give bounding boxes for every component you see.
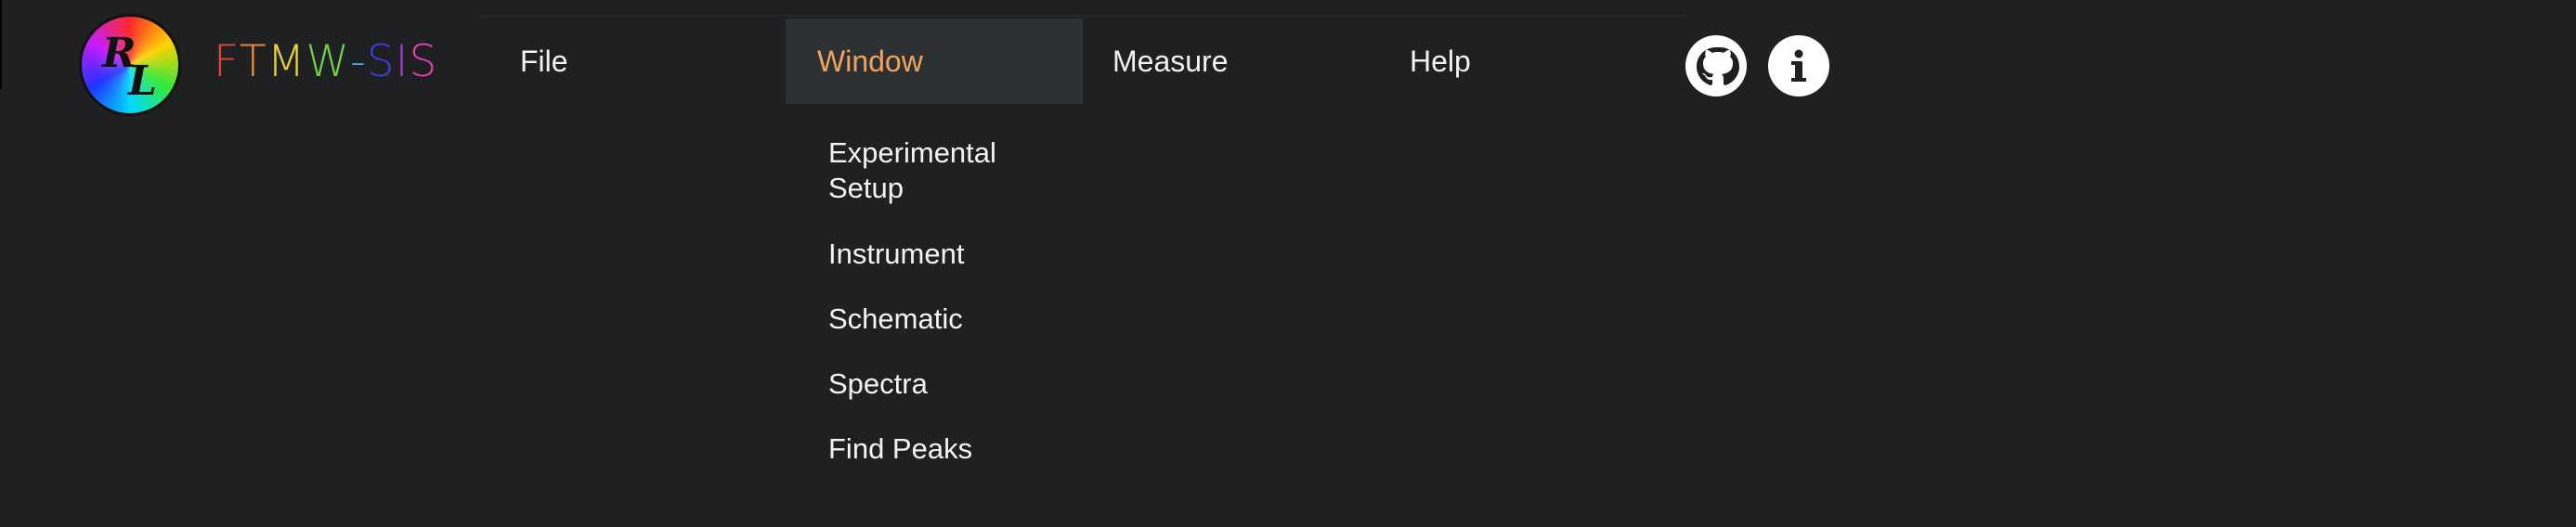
brand-letter: - xyxy=(349,36,367,87)
menu-help-label: Help xyxy=(1410,45,1471,78)
brand-letter: W xyxy=(306,36,350,87)
logo-letter-l: L xyxy=(128,58,157,105)
brand-letter: S xyxy=(366,36,396,87)
navbar-divider xyxy=(479,15,1686,17)
dropdown-item-schematic[interactable]: Schematic xyxy=(828,302,1070,337)
dropdown-item-spectra[interactable]: Spectra xyxy=(828,366,1070,402)
menu-measure-label: Measure xyxy=(1112,45,1229,78)
dropdown-item-experimental-setup[interactable]: Experimental Setup xyxy=(828,135,1070,206)
brand-letter: T xyxy=(240,36,267,87)
top-navbar: R L FTMW-SIS File Window Measure Help xyxy=(0,0,2576,113)
menu-window-label: Window xyxy=(817,45,923,78)
brand-letter: S xyxy=(409,36,438,87)
app-title[interactable]: FTMW-SIS xyxy=(214,37,437,87)
menu-measure[interactable]: Measure xyxy=(1112,19,1354,104)
dropdown-item-find-peaks[interactable]: Find Peaks xyxy=(828,431,1070,467)
app-window: R L FTMW-SIS File Window Measure Help Ex… xyxy=(0,0,2576,527)
rl-logo-icon[interactable]: R L xyxy=(82,17,178,113)
menu-file[interactable]: File xyxy=(520,19,761,104)
brand-letter: I xyxy=(395,36,410,87)
github-icon[interactable] xyxy=(1685,35,1747,96)
brand-letter: M xyxy=(267,36,306,87)
dropdown-item-instrument[interactable]: Instrument xyxy=(828,237,1070,272)
menu-file-label: File xyxy=(520,45,568,78)
menu-window[interactable]: Window xyxy=(786,19,1083,104)
menu-help[interactable]: Help xyxy=(1410,19,1595,104)
info-icon[interactable] xyxy=(1768,35,1829,96)
brand-letter: F xyxy=(214,36,241,87)
